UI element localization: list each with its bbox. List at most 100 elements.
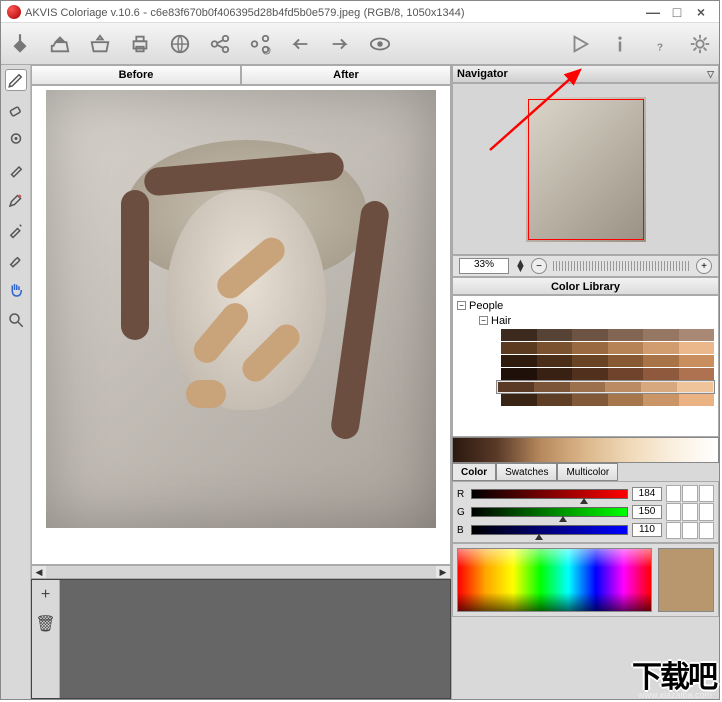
library-swatch-row[interactable] xyxy=(501,329,714,341)
recent-colors-grid[interactable] xyxy=(666,485,714,539)
library-swatch-cell[interactable] xyxy=(643,342,679,354)
library-swatch-cell[interactable] xyxy=(679,394,715,406)
library-swatch-cell[interactable] xyxy=(501,342,537,354)
open-file-icon[interactable] xyxy=(47,31,73,57)
library-swatch-cell[interactable] xyxy=(572,355,608,367)
hand-tool[interactable] xyxy=(5,279,27,301)
library-swatch-cell[interactable] xyxy=(537,355,573,367)
scroll-left-icon[interactable]: ◀ xyxy=(32,567,46,578)
library-swatch-cell[interactable] xyxy=(608,329,644,341)
library-swatch-cell[interactable] xyxy=(679,368,715,380)
library-swatch-cell[interactable] xyxy=(501,355,537,367)
protect-brush-tool[interactable] xyxy=(5,249,27,271)
paint-bucket-icon[interactable] xyxy=(7,31,33,57)
preview-eye-icon[interactable] xyxy=(367,31,393,57)
tree-expand-icon[interactable]: − xyxy=(457,301,466,310)
redo-icon[interactable] xyxy=(327,31,353,57)
library-swatch-cell[interactable] xyxy=(537,329,573,341)
zoom-tool[interactable] xyxy=(5,309,27,331)
tube-tool[interactable] xyxy=(5,159,27,181)
magic-tube-tool[interactable] xyxy=(5,129,27,151)
library-swatch-cell[interactable] xyxy=(608,394,644,406)
scroll-track[interactable] xyxy=(46,566,436,578)
navigator-collapse-icon[interactable]: ▽ xyxy=(707,69,714,80)
library-swatch-cell[interactable] xyxy=(572,329,608,341)
run-button[interactable] xyxy=(567,31,593,57)
library-swatch-cell[interactable] xyxy=(679,355,715,367)
share-web-icon[interactable] xyxy=(167,31,193,57)
library-swatch-cell[interactable] xyxy=(572,368,608,380)
recent-color-cell[interactable] xyxy=(666,485,681,502)
export-settings-icon[interactable] xyxy=(247,31,273,57)
library-swatch-cell[interactable] xyxy=(572,342,608,354)
recent-color-cell[interactable] xyxy=(699,522,714,539)
tree-node-people[interactable]: − People xyxy=(457,298,714,313)
settings-gear-icon[interactable] xyxy=(687,31,713,57)
zoom-value-field[interactable]: 33% xyxy=(459,258,509,274)
tab-after[interactable]: After xyxy=(241,65,451,85)
print-icon[interactable] xyxy=(127,31,153,57)
library-swatch-cell[interactable] xyxy=(643,368,679,380)
library-swatch-cell[interactable] xyxy=(608,342,644,354)
library-swatch-cell[interactable] xyxy=(501,394,537,406)
b-value-field[interactable]: 110 xyxy=(632,523,662,537)
library-gradient-bar[interactable] xyxy=(452,437,719,463)
library-swatch-cell[interactable] xyxy=(643,394,679,406)
library-swatch-cell[interactable] xyxy=(498,382,534,392)
share-social-icon[interactable] xyxy=(207,31,233,57)
recent-color-cell[interactable] xyxy=(682,503,697,520)
library-swatch-row[interactable] xyxy=(501,368,714,380)
library-swatch-cell[interactable] xyxy=(501,368,537,380)
library-swatch-cell[interactable] xyxy=(605,382,641,392)
recent-color-cell[interactable] xyxy=(699,485,714,502)
r-value-field[interactable]: 184 xyxy=(632,487,662,501)
recolor-brush-tool[interactable] xyxy=(5,189,27,211)
library-swatch-cell[interactable] xyxy=(608,368,644,380)
maximize-button[interactable]: □ xyxy=(665,4,689,20)
library-swatch-cell[interactable] xyxy=(570,382,606,392)
tree-node-hair[interactable]: − Hair xyxy=(457,313,714,328)
pencil-tool[interactable] xyxy=(5,69,27,91)
recent-color-cell[interactable] xyxy=(682,522,697,539)
library-swatch-cell[interactable] xyxy=(679,342,715,354)
navigator-preview[interactable] xyxy=(452,83,719,255)
library-swatch-cell[interactable] xyxy=(537,342,573,354)
library-swatch-row[interactable] xyxy=(501,342,714,354)
library-swatch-cell[interactable] xyxy=(572,394,608,406)
recent-color-cell[interactable] xyxy=(666,503,681,520)
library-swatch-cell[interactable] xyxy=(537,394,573,406)
library-swatch-cell[interactable] xyxy=(537,368,573,380)
help-icon[interactable]: ? xyxy=(647,31,673,57)
spectrum-picker[interactable] xyxy=(457,548,652,612)
library-swatch-row[interactable] xyxy=(497,381,714,393)
add-preset-button[interactable]: + xyxy=(41,586,50,604)
zoom-slider[interactable] xyxy=(553,261,690,271)
r-slider[interactable] xyxy=(471,489,628,499)
recent-color-cell[interactable] xyxy=(682,485,697,502)
delete-preset-button[interactable]: 🗑 xyxy=(35,614,55,634)
info-icon[interactable] xyxy=(607,31,633,57)
scroll-right-icon[interactable]: ▶ xyxy=(436,567,450,578)
tab-multicolor[interactable]: Multicolor xyxy=(557,463,618,481)
undo-icon[interactable] xyxy=(287,31,313,57)
eraser-tool[interactable] xyxy=(5,99,27,121)
eyedropper-tool[interactable] xyxy=(5,219,27,241)
library-swatch-cell[interactable] xyxy=(643,329,679,341)
library-swatch-cell[interactable] xyxy=(608,355,644,367)
zoom-stepper[interactable]: ▲▼ xyxy=(515,260,525,272)
library-swatch-cell[interactable] xyxy=(501,329,537,341)
minimize-button[interactable]: — xyxy=(641,4,665,20)
tab-before[interactable]: Before xyxy=(31,65,241,85)
library-swatch-cell[interactable] xyxy=(643,355,679,367)
recent-color-cell[interactable] xyxy=(699,503,714,520)
close-button[interactable]: × xyxy=(689,4,713,20)
zoom-in-button[interactable]: + xyxy=(696,258,712,274)
current-color-swatch[interactable] xyxy=(658,548,714,612)
navigator-viewport-box[interactable] xyxy=(528,99,644,240)
tab-swatches[interactable]: Swatches xyxy=(496,463,557,481)
library-swatch-cell[interactable] xyxy=(677,382,713,392)
library-swatch-cell[interactable] xyxy=(641,382,677,392)
library-swatch-cell[interactable] xyxy=(534,382,570,392)
g-slider[interactable] xyxy=(471,507,628,517)
zoom-out-button[interactable]: − xyxy=(531,258,547,274)
